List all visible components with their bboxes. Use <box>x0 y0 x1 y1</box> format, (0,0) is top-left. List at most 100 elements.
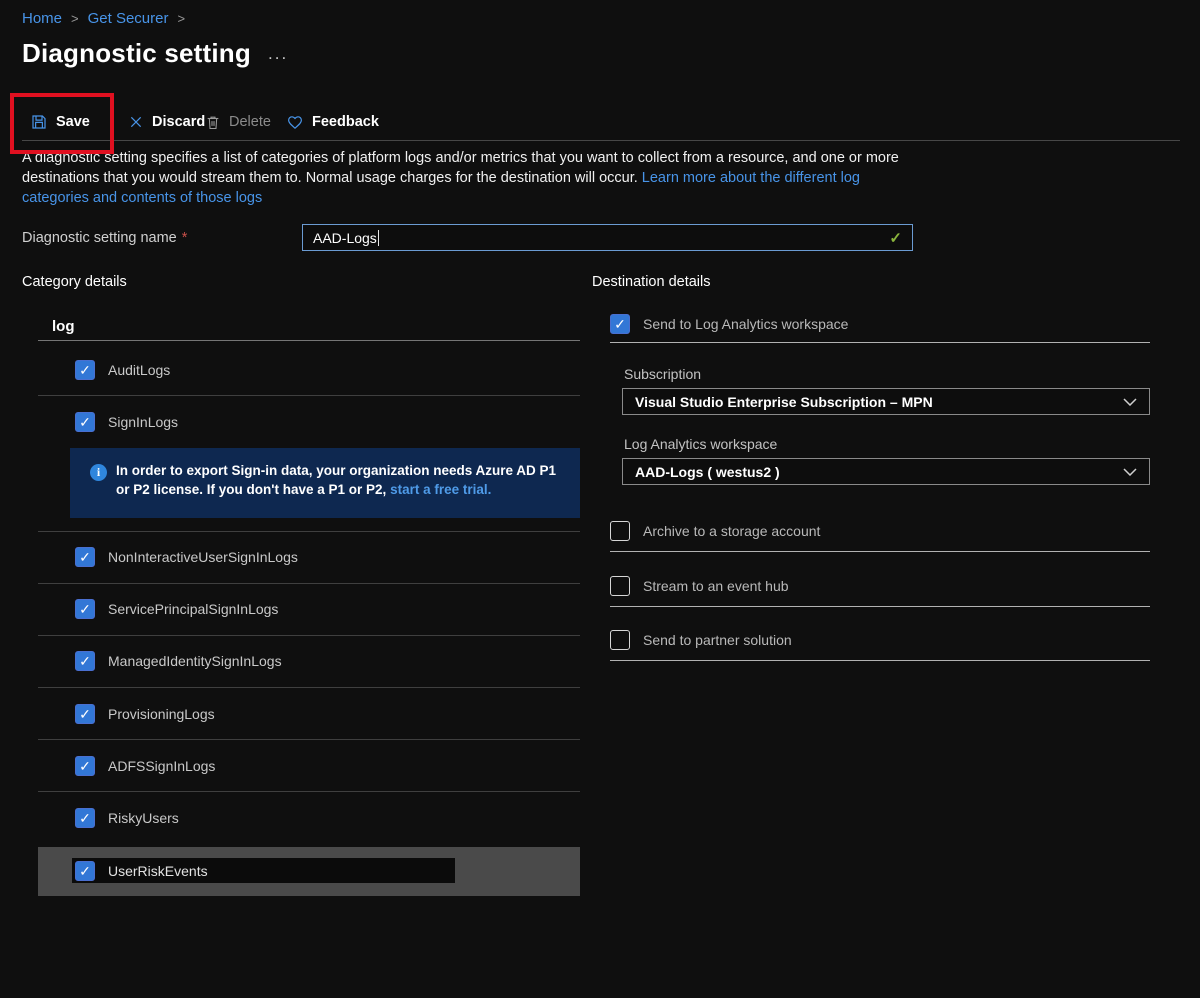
page-title: Diagnostic setting <box>22 38 251 69</box>
destination-divider <box>610 551 1150 552</box>
category-row-auditlogs: ✓ AuditLogs <box>75 358 170 382</box>
row-divider <box>38 531 580 532</box>
row-divider <box>38 791 580 792</box>
free-trial-link[interactable]: start a free trial. <box>390 482 491 497</box>
more-options-button[interactable]: ... <box>268 44 288 64</box>
chevron-down-icon <box>1123 398 1137 406</box>
workspace-value: AAD-Logs ( westus2 ) <box>635 464 780 480</box>
check-icon: ✓ <box>79 654 91 668</box>
discard-label: Discard <box>152 114 205 130</box>
check-icon: ✓ <box>79 759 91 773</box>
auditlogs-label: AuditLogs <box>108 362 170 378</box>
chevron-right-icon: > <box>177 11 185 26</box>
breadcrumb-home-link[interactable]: Home <box>22 10 62 27</box>
serviceprincipalsigninlogs-label: ServicePrincipalSignInLogs <box>108 601 278 617</box>
riskyusers-label: RiskyUsers <box>108 810 179 826</box>
category-row-userriskevents: ✓ UserRiskEvents <box>75 859 208 883</box>
row-divider <box>38 739 580 740</box>
category-row-userriskevents-highlighted[interactable]: ✓ UserRiskEvents <box>38 847 580 896</box>
info-banner: i In order to export Sign-in data, your … <box>70 448 580 518</box>
delete-button[interactable]: Delete <box>205 107 271 137</box>
breadcrumb: Home > Get Securer > <box>22 10 194 27</box>
destination-row-event-hub: ✓ Stream to an event hub <box>610 574 789 598</box>
name-field-label-text: Diagnostic setting name <box>22 230 177 246</box>
chevron-right-icon: > <box>71 11 79 26</box>
destination-divider <box>610 606 1150 607</box>
adfssigninlogs-checkbox[interactable]: ✓ <box>75 756 95 776</box>
check-icon: ✓ <box>79 811 91 825</box>
destination-details-heading: Destination details <box>592 274 711 290</box>
destination-row-archive: ✓ Archive to a storage account <box>610 519 820 543</box>
riskyusers-checkbox[interactable]: ✓ <box>75 808 95 828</box>
toolbar-divider <box>22 140 1180 141</box>
adfssigninlogs-label: ADFSSignInLogs <box>108 758 215 774</box>
save-highlight-box <box>10 93 114 154</box>
feedback-button[interactable]: Feedback <box>286 107 379 137</box>
auditlogs-checkbox[interactable]: ✓ <box>75 360 95 380</box>
check-icon: ✓ <box>79 363 91 377</box>
category-row-signinlogs: ✓ SignInLogs <box>75 410 178 434</box>
name-field-label: Diagnostic setting name * <box>22 230 187 246</box>
check-icon: ✓ <box>79 415 91 429</box>
workspace-label: Log Analytics workspace <box>624 436 777 452</box>
workspace-dropdown[interactable]: AAD-Logs ( westus2 ) <box>622 458 1150 485</box>
category-row-managedidentity: ✓ ManagedIdentitySignInLogs <box>75 649 282 673</box>
check-icon: ✓ <box>79 864 91 878</box>
noninteractiveusersigninlogs-checkbox[interactable]: ✓ <box>75 547 95 567</box>
category-row-noninteractive: ✓ NonInteractiveUserSignInLogs <box>75 545 298 569</box>
discard-button[interactable]: Discard <box>128 107 205 137</box>
info-icon: i <box>90 464 107 481</box>
send-to-log-analytics-checkbox[interactable]: ✓ <box>610 314 630 334</box>
archive-storage-label: Archive to a storage account <box>643 523 820 539</box>
check-icon: ✓ <box>79 707 91 721</box>
check-icon: ✓ <box>79 550 91 564</box>
stream-event-hub-checkbox[interactable]: ✓ <box>610 576 630 596</box>
provisioninglogs-label: ProvisioningLogs <box>108 706 215 722</box>
send-to-log-analytics-label: Send to Log Analytics workspace <box>643 316 848 332</box>
signinlogs-label: SignInLogs <box>108 414 178 430</box>
send-partner-solution-checkbox[interactable]: ✓ <box>610 630 630 650</box>
category-details-heading: Category details <box>22 274 127 290</box>
feedback-label: Feedback <box>312 114 379 130</box>
stream-event-hub-label: Stream to an event hub <box>643 578 789 594</box>
category-row-riskyusers: ✓ RiskyUsers <box>75 806 179 830</box>
row-divider <box>38 583 580 584</box>
required-asterisk: * <box>182 230 188 246</box>
row-divider <box>38 635 580 636</box>
provisioninglogs-checkbox[interactable]: ✓ <box>75 704 95 724</box>
log-group-underline <box>38 340 580 341</box>
userriskevents-label: UserRiskEvents <box>108 863 208 879</box>
destination-divider <box>610 660 1150 661</box>
check-icon: ✓ <box>614 317 626 331</box>
heart-icon <box>286 114 304 131</box>
destination-row-partner: ✓ Send to partner solution <box>610 628 792 652</box>
subscription-dropdown[interactable]: Visual Studio Enterprise Subscription – … <box>622 388 1150 415</box>
row-divider <box>38 687 580 688</box>
delete-label: Delete <box>229 114 271 130</box>
category-row-provisioning: ✓ ProvisioningLogs <box>75 702 215 726</box>
diagnostic-setting-page: Home > Get Securer > Diagnostic setting … <box>0 0 1200 998</box>
info-banner-text: In order to export Sign-in data, your or… <box>116 461 561 499</box>
description: A diagnostic setting specifies a list of… <box>22 148 910 208</box>
name-input-value: AAD-Logs <box>313 230 377 246</box>
serviceprincipalsigninlogs-checkbox[interactable]: ✓ <box>75 599 95 619</box>
category-row-serviceprincipal: ✓ ServicePrincipalSignInLogs <box>75 597 278 621</box>
managedidentitysigninlogs-checkbox[interactable]: ✓ <box>75 651 95 671</box>
check-icon: ✓ <box>79 602 91 616</box>
diagnostic-setting-name-input[interactable]: AAD-Logs ✓ <box>302 224 913 251</box>
row-divider <box>38 395 580 396</box>
breadcrumb-get-securer-link[interactable]: Get Securer <box>88 10 169 27</box>
valid-check-icon: ✓ <box>889 229 902 247</box>
managedidentitysigninlogs-label: ManagedIdentitySignInLogs <box>108 653 282 669</box>
signinlogs-checkbox[interactable]: ✓ <box>75 412 95 432</box>
trash-icon <box>205 114 221 131</box>
category-row-adfs: ✓ ADFSSignInLogs <box>75 754 215 778</box>
archive-storage-checkbox[interactable]: ✓ <box>610 521 630 541</box>
destination-row-log-analytics: ✓ Send to Log Analytics workspace <box>610 312 848 336</box>
x-icon <box>128 114 144 130</box>
userriskevents-checkbox[interactable]: ✓ <box>75 861 95 881</box>
chevron-down-icon <box>1123 468 1137 476</box>
log-group-header: log <box>52 318 75 335</box>
subscription-value: Visual Studio Enterprise Subscription – … <box>635 394 933 410</box>
send-partner-solution-label: Send to partner solution <box>643 632 792 648</box>
